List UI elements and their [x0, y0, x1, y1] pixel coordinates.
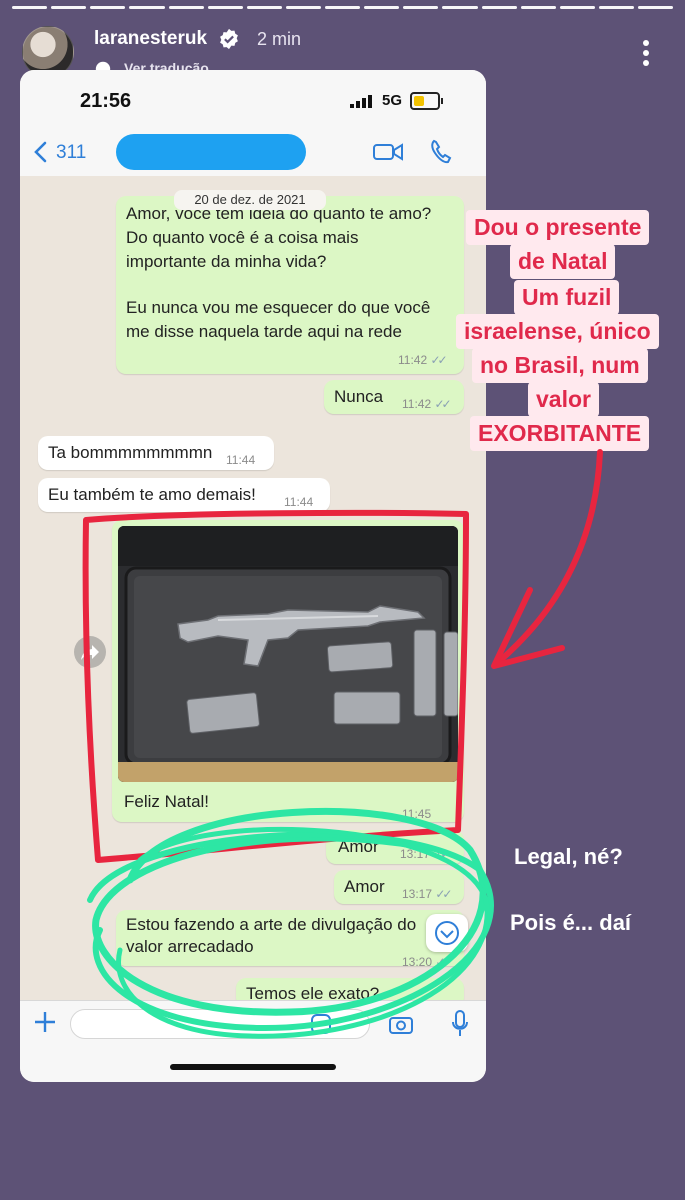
- red-arrow-markup: [493, 449, 603, 667]
- rifle-photo-graphic: [118, 526, 458, 782]
- message-bubble-incoming[interactable]: Ta bommmmmmmmn 11:44: [38, 436, 274, 470]
- message-text: Ta bommmmmmmmn: [48, 443, 213, 462]
- message-line: importante da minha vida?: [126, 252, 327, 271]
- progress-segment: [325, 6, 361, 9]
- progress-segment: [559, 6, 595, 9]
- message-line: valor arrecadado: [126, 937, 254, 956]
- whatsapp-screenshot: 21:56 5G 311 Amor, você tem ideia do qua…: [20, 70, 486, 1082]
- status-bar: 21:56 5G: [20, 70, 486, 130]
- story-text: Pois é... daí: [510, 910, 632, 935]
- message-time: 11:42 ✓✓: [398, 353, 448, 367]
- story-username[interactable]: laranesteruk: [94, 28, 207, 50]
- battery-icon: [410, 92, 443, 110]
- story-time: 2 min: [257, 29, 302, 49]
- progress-segment: [12, 6, 48, 9]
- story-caption-line: de Natal: [510, 244, 616, 279]
- story-caption-line: israelense, único: [456, 314, 659, 349]
- message-time: 11:44: [284, 495, 314, 509]
- rifle-case-photo[interactable]: [118, 526, 458, 782]
- message-time: 11:44: [226, 453, 256, 467]
- message-bubble-incoming[interactable]: Eu também te amo demais! 11:44: [38, 478, 330, 512]
- progress-segment: [442, 6, 478, 9]
- story-caption-line: Dou o presente: [466, 210, 650, 245]
- message-line: Do quanto você é a coisa mais: [126, 228, 359, 247]
- message-time: 11:45: [402, 807, 432, 821]
- message-line: [126, 274, 454, 296]
- story-text: Legal, né?: [514, 844, 623, 869]
- back-icon[interactable]: [30, 140, 52, 164]
- network-label: 5G: [382, 92, 403, 109]
- progress-segment: [285, 6, 321, 9]
- plus-icon[interactable]: [32, 1009, 58, 1035]
- story-caption-line: valor: [528, 382, 599, 417]
- progress-segment: [129, 6, 165, 9]
- message-bubble-outgoing[interactable]: Estou fazendo a arte de divulgação do va…: [116, 910, 464, 969]
- scroll-down-button[interactable]: [426, 914, 468, 952]
- progress-segment: [364, 6, 400, 9]
- image-caption: Feliz Natal!: [124, 792, 210, 811]
- story-caption-line: no Brasil, num: [472, 348, 648, 383]
- redacted-contact-name: [116, 134, 306, 170]
- date-chip: 20 de dez. de 2021: [174, 190, 326, 210]
- message-line: Eu nunca vou me esquecer do que você: [126, 298, 431, 317]
- image-message-bubble[interactable]: Feliz Natal! 11:45: [112, 520, 464, 822]
- progress-segment: [51, 6, 87, 9]
- progress-segment: [638, 6, 674, 9]
- progress-segment: [520, 6, 556, 9]
- message-bubble-outgoing[interactable]: Amor, você tem ideia do quanto te amo? D…: [116, 196, 464, 374]
- verified-icon: [220, 28, 238, 50]
- progress-segment: [403, 6, 439, 9]
- red-arrowhead-markup: [491, 587, 565, 669]
- message-time: 13:20 ✓✓: [402, 955, 453, 969]
- message-line: me disse naquela tarde aqui na rede: [126, 322, 402, 341]
- progress-segment: [246, 6, 282, 9]
- message-line: Estou fazendo a arte de divulgação do: [126, 915, 417, 934]
- more-menu-icon[interactable]: [636, 38, 656, 68]
- message-text: Nunca: [334, 387, 384, 406]
- story-progress-bar: [12, 6, 674, 9]
- progress-segment: [207, 6, 243, 9]
- forward-icon[interactable]: [74, 636, 106, 668]
- sticker-icon[interactable]: [310, 1013, 332, 1035]
- message-bubble-outgoing[interactable]: Amor 13:17 ✓✓: [326, 830, 464, 864]
- story-caption-line: Um fuzil: [514, 280, 620, 315]
- story-caption-line: EXORBITANTE: [470, 416, 650, 451]
- progress-segment: [598, 6, 634, 9]
- message-text: Amor: [344, 877, 385, 896]
- message-time: 11:42 ✓✓: [402, 397, 452, 411]
- message-text: Amor: [338, 837, 379, 856]
- message-bubble-outgoing[interactable]: Amor 13:17 ✓✓: [334, 870, 464, 904]
- message-text: Eu também te amo demais!: [48, 485, 256, 504]
- message-time: 13:17 ✓✓: [402, 887, 453, 901]
- message-bubble-outgoing[interactable]: Nunca 11:42 ✓✓: [324, 380, 464, 414]
- signal-icon: [350, 95, 372, 108]
- back-unread-count[interactable]: 311: [56, 142, 86, 164]
- progress-segment: [481, 6, 517, 9]
- progress-segment: [90, 6, 126, 9]
- status-time: 21:56: [80, 90, 132, 112]
- phone-call-icon[interactable]: [428, 138, 454, 166]
- message-time: 13:17 ✓✓: [400, 847, 451, 861]
- video-call-icon[interactable]: [372, 140, 404, 164]
- microphone-icon[interactable]: [450, 1009, 470, 1039]
- chat-header: 311: [20, 130, 486, 177]
- scroll-down-icon: [435, 921, 459, 945]
- home-indicator: [170, 1064, 336, 1070]
- progress-segment: [168, 6, 204, 9]
- camera-icon[interactable]: [388, 1013, 414, 1035]
